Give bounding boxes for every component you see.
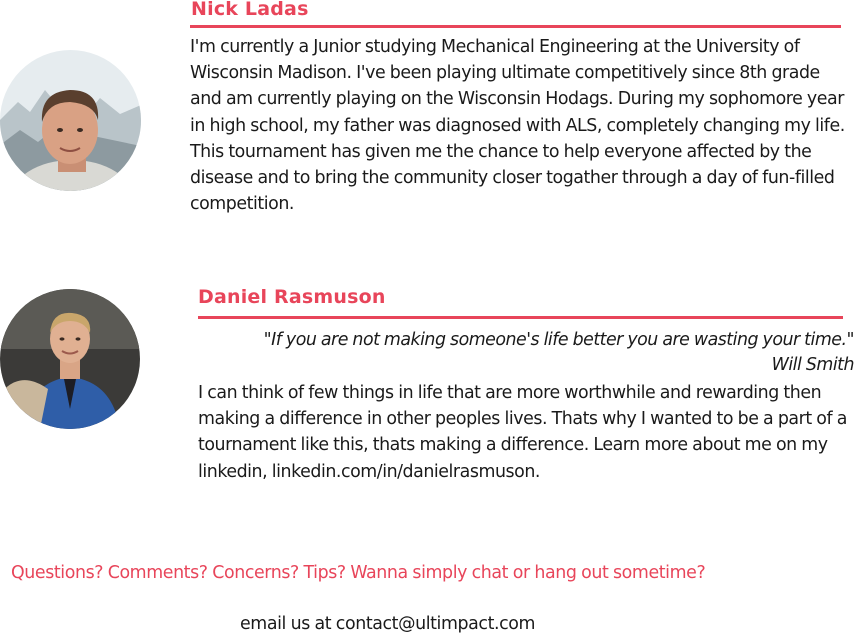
contact-email-line: email us at contact@ultimpact.com (240, 614, 536, 634)
profile-quote-daniel: "If you are not making someone's life be… (198, 328, 854, 378)
avatar-nick-ladas (0, 50, 141, 191)
quote-author: Will Smith (771, 355, 854, 375)
profile-photo-daniel (0, 289, 140, 429)
contact-prompt: Questions? Comments? Concerns? Tips? Wan… (11, 563, 706, 583)
profile-bio-daniel: I can think of few things in life that a… (198, 383, 847, 482)
avatar-daniel-rasmuson (0, 289, 140, 429)
profile-photo-nick (0, 50, 141, 191)
name-underline-daniel (198, 316, 843, 319)
profile-name-daniel: Daniel Rasmuson (198, 286, 386, 308)
quote-text: "If you are not making someone's life be… (263, 330, 854, 350)
name-underline-nick (190, 25, 841, 28)
profile-name-nick: Nick Ladas (191, 0, 309, 20)
profile-bio-nick: I'm currently a Junior studying Mechanic… (190, 37, 845, 215)
